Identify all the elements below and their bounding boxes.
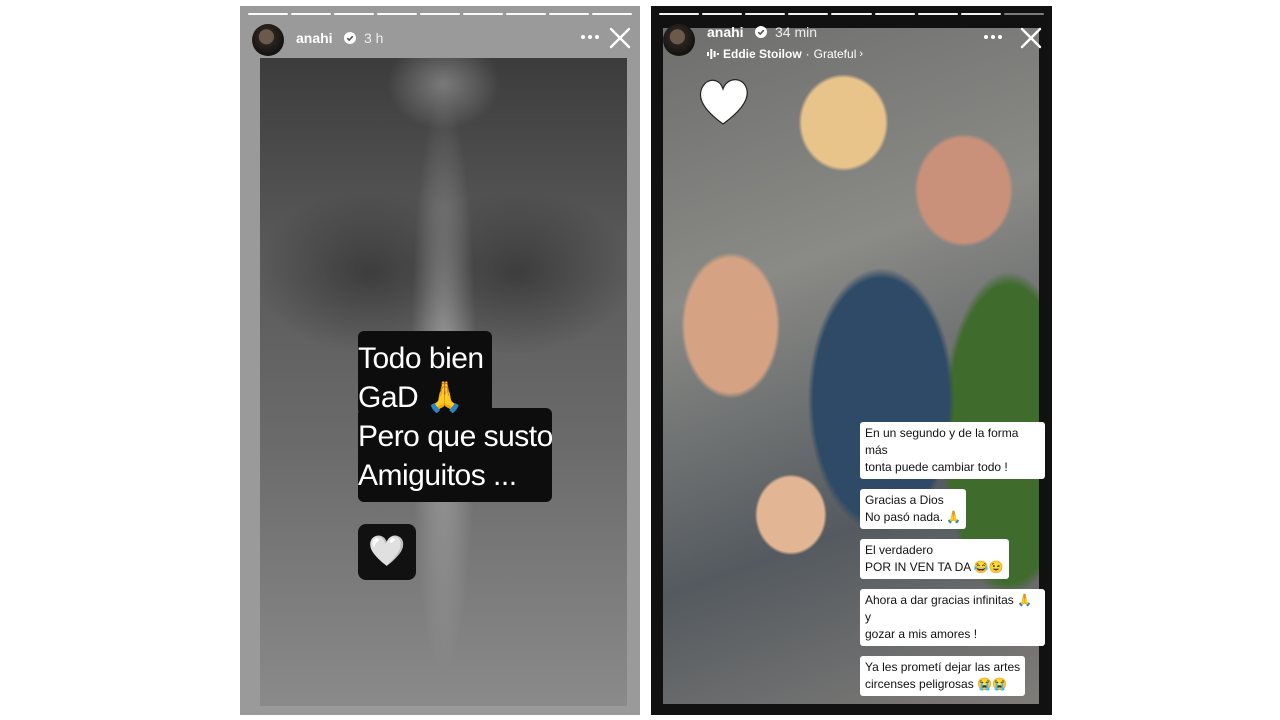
story-right: anahi 34 min Eddie Stoilow · Grateful › [651,6,1052,715]
music-bars-icon [707,49,719,59]
caption-line-4: Amiguitos ... [358,459,517,492]
note-line: En un segundo y de la forma más [865,426,1019,457]
progress-segment [549,13,589,15]
progress-segment [745,13,786,15]
story-header: anahi 34 min Eddie Stoilow · Grateful › [661,22,1044,62]
note-line: tonta puede cambiar todo ! [865,460,1008,474]
note: Gracias a Dios No pasó nada. 🙏 [860,489,967,529]
avatar[interactable] [663,24,695,56]
more-options-icon[interactable] [580,32,600,42]
close-icon[interactable] [608,26,632,50]
progress-segment [702,13,743,15]
progress-segment [592,13,632,15]
music-attribution[interactable]: Eddie Stoilow · Grateful › [707,47,863,61]
story-header: anahi 3 h [250,22,632,62]
music-track: Grateful [813,47,857,61]
note: El verdadero POR IN VEN TA DA 😂😉 [860,539,1009,579]
username[interactable]: anahi [296,30,333,46]
note: Ahora a dar gracias infinitas 🙏 y gozar … [860,589,1045,646]
progress-segment [874,13,915,15]
progress-segment [1003,13,1044,15]
note: En un segundo y de la forma más tonta pu… [860,422,1045,479]
progress-segment [248,13,288,15]
progress-segment [506,13,546,15]
caption-line-1: Todo bien [358,342,484,375]
verified-badge-icon [755,26,767,38]
progress-segment [831,13,872,15]
music-artist: Eddie Stoilow [723,47,802,61]
progress-segment [917,13,958,15]
progress-segment [463,13,503,15]
note-line: Ya les prometí dejar las artes [865,660,1021,674]
progress-segment [334,13,374,15]
progress-segment [377,13,417,15]
progress-segment [788,13,829,15]
heart-emoji: 🤍 [368,535,406,568]
note-line: POR IN VEN TA DA 😂😉 [865,560,1004,574]
heart-icon [699,79,748,125]
note-line: Gracias a Dios [865,493,944,507]
note: Ya les prometí dejar las artes circenses… [860,656,1026,696]
caption-line-2: GaD 🙏 [358,381,463,414]
music-separator: · [805,47,810,61]
verified-badge-icon [344,32,356,44]
progress-segment [420,13,460,15]
note-line: gozar a mis amores ! [865,627,978,641]
text-notes: En un segundo y de la forma más tonta pu… [860,422,1045,706]
caption-line-3: Pero que susto [358,420,553,453]
progress-segment [960,13,1001,15]
progress-bar [248,13,632,16]
avatar[interactable] [252,24,284,56]
chevron-right-icon: › [859,48,864,60]
note-line: circenses peligrosas 😭😭 [865,677,1007,691]
close-icon[interactable] [1019,26,1043,50]
progress-segment [659,13,700,15]
note-line: No pasó nada. 🙏 [865,510,962,524]
story-time: 34 min [775,24,818,40]
progress-segment [291,13,331,15]
progress-bar [659,13,1044,16]
note-line: Ahora a dar gracias infinitas 🙏 y [865,593,1033,624]
username[interactable]: anahi [707,24,744,40]
story-left: anahi 3 h Todo bien GaD 🙏 Pero que susto… [240,6,640,715]
heart-sticker: 🤍 [358,524,416,580]
note-line: El verdadero [865,543,934,557]
story-time: 3 h [364,30,384,46]
more-options-icon[interactable] [983,32,1003,42]
